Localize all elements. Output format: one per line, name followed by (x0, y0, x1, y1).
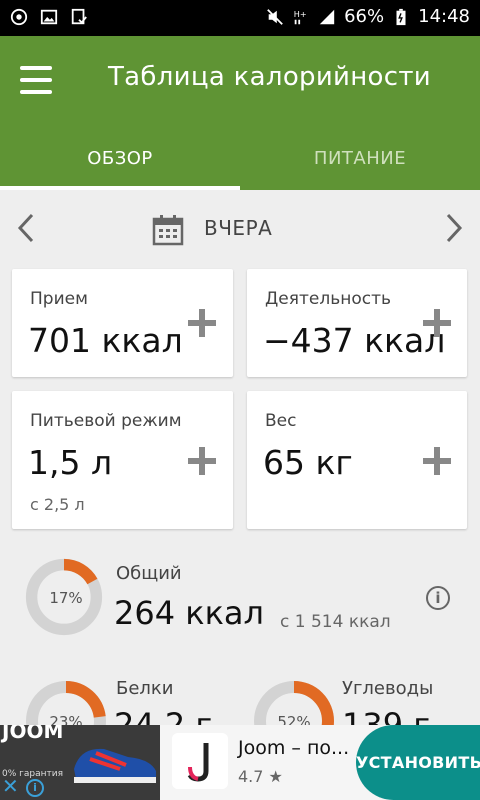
add-intake-plus-icon[interactable] (188, 309, 216, 337)
water-label: Питьевой режим (30, 411, 182, 431)
weight-value: 65 кг (263, 443, 353, 482)
app-bar: Таблица калорийности ОБЗОР ПИТАНИЕ (0, 36, 480, 190)
chevron-right-icon[interactable] (440, 212, 468, 244)
activity-label: Деятельность (265, 289, 391, 309)
ad-banner[interactable]: JOOM 0% гарантия ✕ i Joom – по... 4.7 ★ … (0, 725, 480, 800)
ad-info-icon[interactable]: i (26, 779, 44, 797)
date-label[interactable]: ВЧЕРА (204, 216, 272, 240)
carbs-label: Углеводы (342, 678, 434, 699)
sneaker-image (74, 748, 156, 783)
network-h-plus-icon: H+ (294, 9, 307, 24)
weight-card[interactable]: Вес 65 кг (247, 391, 467, 529)
info-icon[interactable]: i (426, 586, 450, 610)
signal-icon (319, 9, 335, 24)
tab-indicator (0, 186, 240, 190)
ad-image[interactable]: JOOM 0% гарантия (0, 725, 160, 800)
date-navigator: ВЧЕРА (0, 206, 480, 250)
chrome-icon (10, 8, 28, 26)
intake-label: Прием (30, 289, 88, 309)
hamburger-menu-icon[interactable] (20, 66, 52, 94)
ad-brand-text: JOOM (2, 725, 64, 743)
tab-nutrition[interactable]: ПИТАНИЕ (240, 136, 480, 190)
ad-app-name[interactable]: Joom – по... (238, 737, 349, 759)
mute-icon (267, 8, 283, 25)
intake-card[interactable]: Прием 701 ккал (12, 269, 233, 377)
ad-rating: 4.7 ★ (238, 767, 283, 786)
svg-text:H+: H+ (294, 9, 307, 19)
add-water-plus-icon[interactable] (188, 447, 216, 475)
total-value: 264 ккал (114, 594, 264, 632)
download-check-icon (71, 8, 87, 25)
install-button[interactable]: УСТАНОВИТЬ (356, 725, 480, 800)
image-icon (40, 9, 58, 25)
clock: 14:48 (418, 6, 470, 27)
tab-overview[interactable]: ОБЗОР (0, 136, 240, 190)
page-title: Таблица калорийности (108, 62, 431, 92)
weight-label: Вес (265, 411, 297, 431)
calendar-icon[interactable] (152, 214, 184, 246)
water-goal: с 2,5 л (30, 495, 85, 514)
chevron-left-icon[interactable] (12, 212, 40, 244)
protein-label: Белки (116, 678, 174, 699)
battery-percent: 66% (344, 6, 385, 27)
battery-icon (396, 8, 406, 25)
add-activity-plus-icon[interactable] (423, 309, 451, 337)
joom-app-icon[interactable] (172, 733, 228, 789)
activity-value: −437 ккал (263, 321, 446, 360)
total-label: Общий (116, 563, 182, 584)
water-card[interactable]: Питьевой режим 1,5 л с 2,5 л (12, 391, 233, 529)
activity-card[interactable]: Деятельность −437 ккал (247, 269, 467, 377)
add-weight-plus-icon[interactable] (423, 447, 451, 475)
total-goal: с 1 514 ккал (280, 612, 391, 632)
water-value: 1,5 л (28, 443, 113, 482)
intake-value: 701 ккал (28, 321, 183, 360)
status-bar: H+ 66% 14:48 (0, 0, 480, 36)
ad-close-icon[interactable]: ✕ (2, 776, 22, 797)
tab-bar: ОБЗОР ПИТАНИЕ (0, 136, 480, 190)
total-percent: 17% (49, 589, 83, 607)
